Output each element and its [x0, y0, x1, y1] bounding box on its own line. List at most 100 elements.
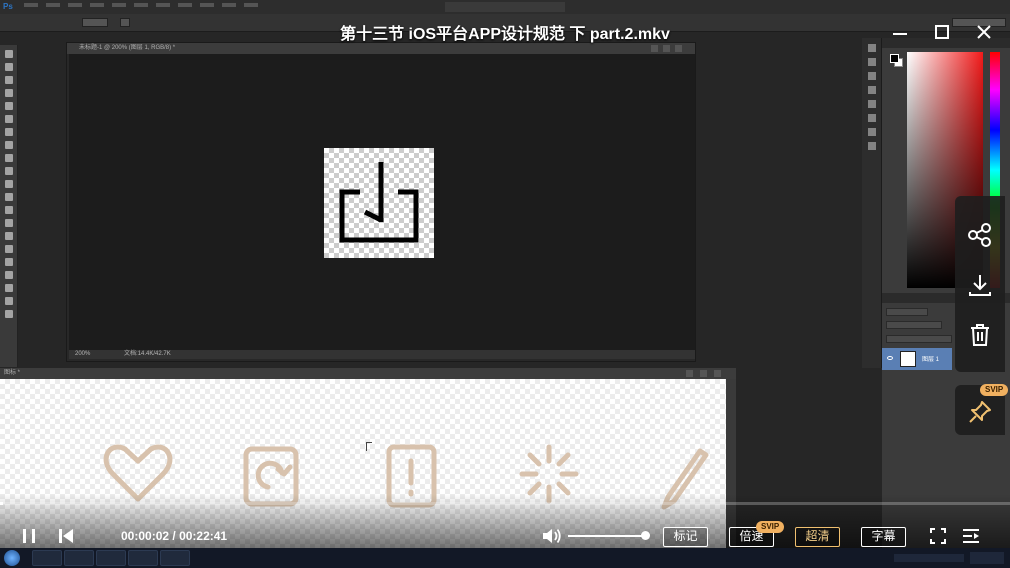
mark-button[interactable]: 标记 — [663, 527, 708, 547]
taskbar-player-icon — [160, 550, 190, 566]
volume-button[interactable] — [541, 526, 563, 546]
color-swatch-icon — [4, 310, 13, 318]
document-title: 未标题-1 @ 200% (图层 1, RGB/8) * — [79, 45, 176, 51]
history-brush-icon — [4, 167, 13, 175]
start-button-icon — [4, 550, 20, 566]
stamp-tool-icon — [4, 154, 13, 162]
brush-panel-icon — [867, 100, 876, 108]
shape-tool-icon — [4, 271, 13, 279]
taskbar-app-icon — [96, 550, 126, 566]
taskbar-chrome-icon — [64, 550, 94, 566]
subtitle-button[interactable]: 字幕 — [861, 527, 906, 547]
ps-menu-items — [24, 3, 258, 7]
download-icon — [969, 275, 991, 296]
volume-handle[interactable] — [641, 531, 650, 540]
time-separator: / — [169, 529, 180, 543]
blend-mode-select — [886, 321, 942, 329]
path-select-icon — [4, 258, 13, 266]
hand-tool-icon — [4, 284, 13, 292]
document-canvas-area — [69, 54, 695, 350]
video-title: 第十三节 iOS平台APP设计规范 下 part.2.mkv — [340, 26, 670, 43]
eraser-tool-icon — [4, 180, 13, 188]
type-tool-icon — [4, 245, 13, 253]
pause-icon — [23, 529, 35, 543]
ps-panel-dock — [862, 38, 882, 368]
character-panel-icon — [867, 128, 876, 136]
playlist-button[interactable] — [961, 527, 981, 545]
move-tool-icon — [4, 50, 13, 58]
maximize-button[interactable] — [932, 22, 952, 42]
volume-icon — [543, 528, 561, 544]
zoom-level: 200% — [75, 351, 91, 357]
quality-button[interactable]: 超清 — [795, 527, 840, 547]
player-window-controls — [890, 22, 994, 42]
heart-icon — [103, 444, 173, 502]
magic-wand-icon — [4, 89, 13, 97]
icon-set-title: 图标 * — [4, 370, 21, 376]
document-tab: 未标题-1 @ 200% (图层 1, RGB/8) * — [67, 43, 695, 54]
pin-icon — [969, 401, 991, 423]
layer-row: 图层 1 — [882, 348, 952, 370]
download-glyph-artwork — [339, 162, 419, 243]
document-status-bar: 200% 文档:14.4K/42.7K — [69, 350, 695, 359]
tray-clock — [970, 552, 1004, 564]
tray-area — [894, 554, 964, 562]
delete-icon — [971, 324, 989, 346]
screen: Ps 图层 1 未标题-1 @ 200% (图层 1, RGB/8) * 200… — [0, 0, 1010, 568]
fullscreen-button[interactable] — [929, 527, 947, 545]
volume-fill — [568, 535, 646, 537]
close-icon — [977, 25, 991, 39]
share-icon — [968, 223, 991, 247]
crop-tool-icon — [4, 102, 13, 110]
total-time: 00:22:41 — [179, 529, 228, 543]
healing-brush-icon — [4, 128, 13, 136]
pen-tool-icon — [4, 232, 13, 240]
ps-app-logo: Ps — [3, 2, 13, 11]
paragraph-panel-icon — [867, 142, 876, 150]
previous-button[interactable] — [57, 527, 75, 545]
playback-time: 00:00:02 / 00:22:41 — [121, 529, 227, 543]
download-button[interactable] — [967, 272, 993, 298]
pin-button[interactable] — [967, 399, 993, 425]
maximize-icon — [663, 45, 670, 52]
brush-tool-icon — [4, 141, 13, 149]
foreground-color-swatch — [890, 54, 899, 63]
lasso-tool-icon — [4, 76, 13, 84]
ps-workspace-tabs — [445, 2, 565, 12]
taskbar-explorer-icon — [32, 550, 62, 566]
minimize-button[interactable] — [890, 22, 910, 42]
share-button[interactable] — [967, 222, 993, 248]
zoom-tool-icon — [4, 297, 13, 305]
artboard — [324, 148, 434, 258]
loading-icon — [519, 444, 579, 504]
delete-button[interactable] — [967, 322, 993, 348]
ps-menubar: Ps — [0, 0, 1010, 14]
properties-panel-icon — [867, 86, 876, 94]
skip-previous-icon — [59, 529, 73, 543]
pause-button[interactable] — [20, 527, 38, 545]
adjustment-panel-icon — [867, 114, 876, 122]
layer-filter-select — [886, 308, 928, 316]
maximize-icon — [935, 25, 949, 39]
ps-document-window: 未标题-1 @ 200% (图层 1, RGB/8) * 200% 文档:14.… — [66, 42, 696, 362]
blur-tool-icon — [4, 206, 13, 214]
dodge-tool-icon — [4, 219, 13, 227]
close-icon — [675, 45, 682, 52]
layer-lock-row — [886, 335, 952, 343]
close-button[interactable] — [974, 22, 994, 42]
playlist-icon — [963, 529, 979, 543]
current-time: 00:00:02 — [121, 529, 170, 543]
close-icon — [714, 370, 721, 377]
windows-taskbar — [0, 548, 1010, 568]
progress-bar[interactable] — [0, 502, 1010, 505]
volume-slider[interactable] — [568, 531, 650, 540]
gradient-tool-icon — [4, 193, 13, 201]
taskbar-photoshop-icon — [128, 550, 158, 566]
side-action-panel — [955, 196, 1005, 372]
minimize-icon — [686, 370, 693, 377]
progress-fill — [0, 502, 4, 505]
pin-svip-badge: SVIP — [980, 384, 1009, 396]
fullscreen-icon — [930, 528, 946, 544]
minimize-icon — [893, 33, 907, 35]
layer-thumbnail — [900, 351, 916, 367]
